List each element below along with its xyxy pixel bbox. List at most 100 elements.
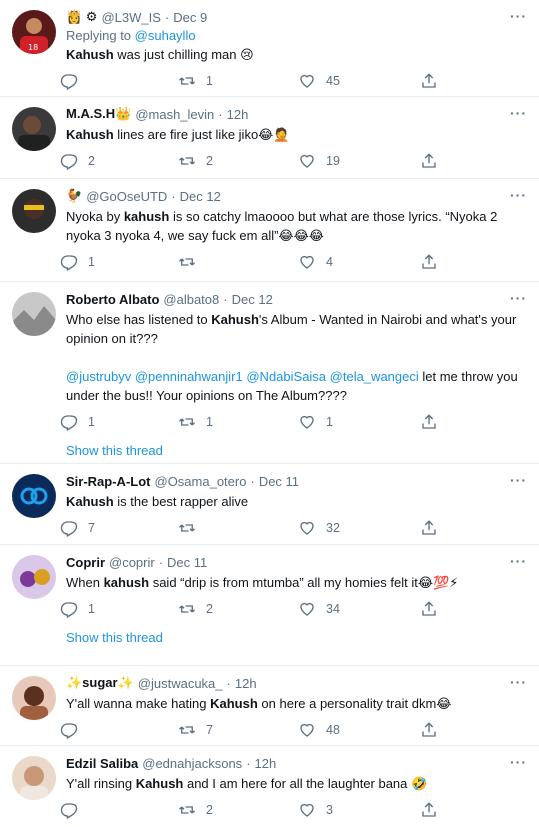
retweet-button[interactable] <box>178 519 298 537</box>
tweet[interactable]: Coprir @coprir · Dec 11 ··· When kahush … <box>0 545 539 666</box>
like-button[interactable]: 48 <box>298 721 420 739</box>
share-button[interactable] <box>420 721 450 739</box>
tweet-time[interactable]: Dec 12 <box>232 292 273 307</box>
reply-button[interactable]: 1 <box>60 253 178 271</box>
user-handle[interactable]: @justwacuka_ <box>138 676 223 691</box>
avatar[interactable] <box>12 756 56 800</box>
share-button[interactable] <box>420 801 450 819</box>
more-horizontal-icon[interactable]: ··· <box>510 754 527 770</box>
like-button[interactable]: 19 <box>298 152 420 170</box>
retweet-count: 1 <box>206 415 213 429</box>
mention-link[interactable]: @penninahwanjir1 <box>135 369 243 384</box>
tweet[interactable]: Roberto Albato @albato8 · Dec 12 ··· Who… <box>0 282 539 464</box>
show-thread-link[interactable]: Show this thread <box>66 626 527 657</box>
avatar[interactable] <box>12 107 56 151</box>
avatar[interactable] <box>12 676 56 720</box>
display-name[interactable]: Sir-Rap-A-Lot <box>66 474 151 489</box>
user-handle[interactable]: @GoOseUTD <box>86 189 167 204</box>
display-name[interactable]: Coprir <box>66 555 105 570</box>
like-button[interactable]: 34 <box>298 600 420 618</box>
user-handle[interactable]: @mash_levin <box>135 107 214 122</box>
tweet-text-pre: Nyoka by <box>66 209 124 224</box>
display-name[interactable]: 🐓 <box>66 188 82 204</box>
display-name[interactable]: Edzil Saliba <box>66 756 138 771</box>
tweet-text-rest: said “drip is from mtumba” all my homies… <box>149 575 459 590</box>
retweet-button[interactable]: 2 <box>178 801 298 819</box>
user-handle[interactable]: @coprir <box>109 555 155 570</box>
tweet-time[interactable]: Dec 11 <box>259 474 299 489</box>
highlight-keyword: Kahush <box>135 776 184 791</box>
more-horizontal-icon[interactable]: ··· <box>510 105 527 121</box>
mention-link[interactable]: @justrubyv <box>66 369 131 384</box>
avatar[interactable] <box>12 189 56 233</box>
svg-text:18: 18 <box>28 43 38 52</box>
like-button[interactable]: 3 <box>298 801 420 819</box>
replying-to-link[interactable]: @suhayllo <box>135 28 196 43</box>
avatar[interactable] <box>12 292 56 336</box>
like-button[interactable]: 1 <box>298 413 420 431</box>
tweet-text: Kahush lines are fire just like jiko😂🤦 <box>66 125 527 144</box>
tweet[interactable]: Edzil Saliba @ednahjacksons · 12h ··· Y'… <box>0 746 539 826</box>
more-horizontal-icon[interactable]: ··· <box>510 674 527 690</box>
tweet-text-rest: was just chilling man 😢 <box>113 47 254 62</box>
retweet-button[interactable] <box>178 253 298 271</box>
display-name[interactable]: 👸 ⚙ <box>66 9 97 25</box>
more-horizontal-icon[interactable]: ··· <box>510 472 527 488</box>
retweet-icon <box>179 726 195 734</box>
user-handle[interactable]: @albato8 <box>163 292 219 307</box>
like-count: 19 <box>326 154 340 168</box>
reply-button[interactable]: 7 <box>60 519 178 537</box>
more-horizontal-icon[interactable]: ··· <box>510 8 527 24</box>
retweet-button[interactable]: 2 <box>178 152 298 170</box>
avatar[interactable] <box>12 474 56 518</box>
reply-count: 1 <box>88 415 95 429</box>
tweet[interactable]: ✨sugar✨ @justwacuka_ · 12h ··· Y'all wan… <box>0 666 539 746</box>
reply-button[interactable] <box>60 801 178 819</box>
reply-button[interactable]: 1 <box>60 600 178 618</box>
reply-button[interactable] <box>60 72 178 90</box>
tweet-time[interactable]: 12h <box>255 756 277 771</box>
share-button[interactable] <box>420 152 450 170</box>
more-horizontal-icon[interactable]: ··· <box>510 187 527 203</box>
mention-link[interactable]: @NdabiSaisa <box>246 369 326 384</box>
heart-icon <box>300 154 314 168</box>
more-horizontal-icon[interactable]: ··· <box>510 290 527 306</box>
display-name[interactable]: ✨sugar✨ <box>66 675 134 691</box>
mention-link[interactable]: @tela_wangeci <box>330 369 419 384</box>
retweet-button[interactable]: 1 <box>178 413 298 431</box>
user-handle[interactable]: @L3W_IS <box>101 10 160 25</box>
tweet-time[interactable]: Dec 9 <box>173 10 207 25</box>
retweet-button[interactable]: 7 <box>178 721 298 739</box>
tweet-time[interactable]: 12h <box>227 107 249 122</box>
user-handle[interactable]: @Osama_otero <box>155 474 247 489</box>
more-horizontal-icon[interactable]: ··· <box>510 553 527 569</box>
reply-button[interactable]: 2 <box>60 152 178 170</box>
tweet[interactable]: 🐓 @GoOseUTD · Dec 12 ··· Nyoka by kahush… <box>0 179 539 282</box>
tweet-time[interactable]: Dec 12 <box>180 189 221 204</box>
tweet[interactable]: M.A.S.H👑 @mash_levin · 12h ··· Kahush li… <box>0 97 539 179</box>
like-button[interactable]: 4 <box>298 253 420 271</box>
display-name[interactable]: Roberto Albato <box>66 292 159 307</box>
like-button[interactable]: 45 <box>298 72 420 90</box>
share-button[interactable] <box>420 72 450 90</box>
share-button[interactable] <box>420 600 450 618</box>
avatar[interactable]: 18 <box>12 10 56 54</box>
retweet-button[interactable]: 2 <box>178 600 298 618</box>
share-button[interactable] <box>420 519 450 537</box>
tweet[interactable]: Sir-Rap-A-Lot @Osama_otero · Dec 11 ··· … <box>0 464 539 545</box>
reply-count: 7 <box>88 521 95 535</box>
like-button[interactable]: 32 <box>298 519 420 537</box>
tweet-time[interactable]: 12h <box>235 676 257 691</box>
display-name[interactable]: M.A.S.H👑 <box>66 106 131 122</box>
like-count: 45 <box>326 74 340 88</box>
reply-button[interactable]: 1 <box>60 413 178 431</box>
avatar[interactable] <box>12 555 56 599</box>
reply-button[interactable] <box>60 721 178 739</box>
share-button[interactable] <box>420 413 450 431</box>
retweet-icon <box>179 605 195 613</box>
tweet[interactable]: 18 👸 ⚙ @L3W_IS · Dec 9 ··· Replying to @… <box>0 0 539 97</box>
tweet-time[interactable]: Dec 11 <box>167 555 207 570</box>
retweet-button[interactable]: 1 <box>178 72 298 90</box>
share-button[interactable] <box>420 253 450 271</box>
user-handle[interactable]: @ednahjacksons <box>142 756 242 771</box>
